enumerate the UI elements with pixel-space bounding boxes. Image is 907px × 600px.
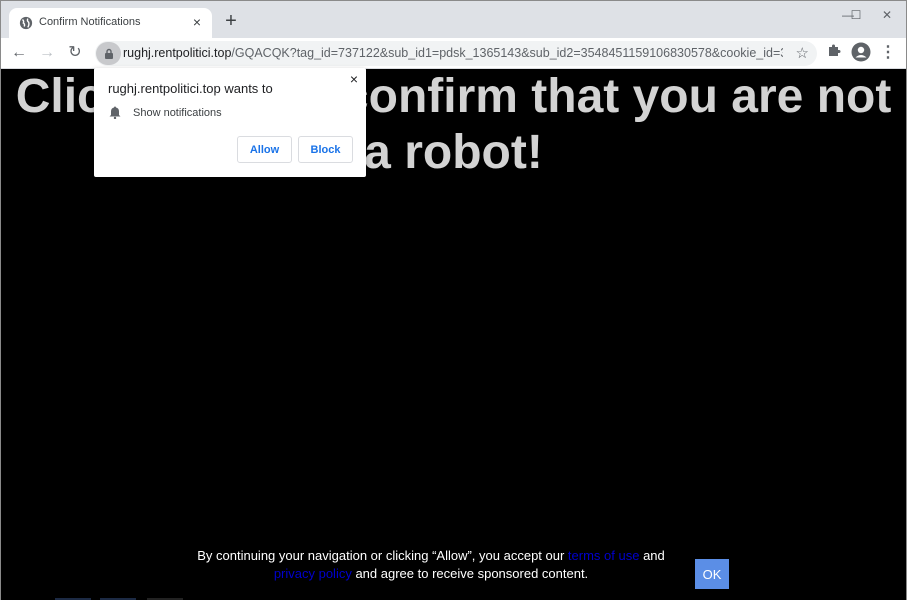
bookmark-star-icon[interactable]: ☆	[796, 44, 809, 62]
popup-title: rughj.rentpolitici.top wants to	[108, 81, 273, 96]
consent-notice: By continuing your navigation or clickin…	[181, 547, 681, 583]
consent-text-mid: and	[639, 548, 665, 563]
browser-window: Confirm Notifications × + — ☐ ✕ ← → ↻ ru…	[0, 0, 907, 600]
forward-button[interactable]: →	[36, 42, 58, 64]
block-button[interactable]: Block	[298, 136, 353, 163]
permission-label: Show notifications	[133, 107, 222, 119]
puzzle-icon	[829, 44, 841, 56]
account-icon	[851, 42, 871, 62]
reload-button[interactable]: ↻	[64, 42, 86, 64]
privacy-policy-link[interactable]: privacy policy	[274, 566, 352, 581]
window-close-button[interactable]: ✕	[872, 5, 902, 25]
globe-icon	[19, 16, 33, 30]
lock-icon	[104, 48, 113, 59]
tab-title: Confirm Notifications	[39, 16, 141, 28]
new-tab-button[interactable]: +	[221, 11, 241, 31]
consent-text-after: and agree to receive sponsored content.	[351, 566, 589, 581]
url-domain: rughj.rentpolitici.top	[123, 46, 232, 60]
back-button[interactable]: ←	[8, 42, 30, 64]
address-bar[interactable]: rughj.rentpolitici.top/GQACQK?tag_id=737…	[95, 41, 817, 66]
popup-close-icon[interactable]: ×	[350, 71, 358, 87]
bell-icon	[109, 106, 121, 119]
terms-of-use-link[interactable]: terms of use	[568, 548, 640, 563]
site-info-button[interactable]	[96, 42, 121, 65]
browser-toolbar: ← → ↻ rughj.rentpolitici.top/GQACQK?tag_…	[1, 38, 906, 69]
consent-text-before: By continuing your navigation or clickin…	[197, 548, 568, 563]
tab-close-icon[interactable]: ×	[188, 13, 206, 31]
extensions-button[interactable]	[823, 42, 845, 64]
allow-button[interactable]: Allow	[237, 136, 292, 163]
profile-button[interactable]	[850, 42, 872, 64]
notification-permission-popup: × rughj.rentpolitici.top wants to Show n…	[94, 68, 366, 177]
ok-button[interactable]: OK	[695, 559, 729, 589]
url-text[interactable]: rughj.rentpolitici.top/GQACQK?tag_id=737…	[123, 46, 783, 60]
url-path: /GQACQK?tag_id=737122&sub_id1=pdsk_13651…	[231, 46, 783, 60]
tab-strip: Confirm Notifications × + — ☐ ✕	[1, 1, 906, 38]
tab-confirm-notifications[interactable]: Confirm Notifications ×	[9, 8, 212, 38]
maximize-button[interactable]: ☐	[841, 5, 871, 25]
menu-button[interactable]: ⋮	[877, 42, 899, 64]
